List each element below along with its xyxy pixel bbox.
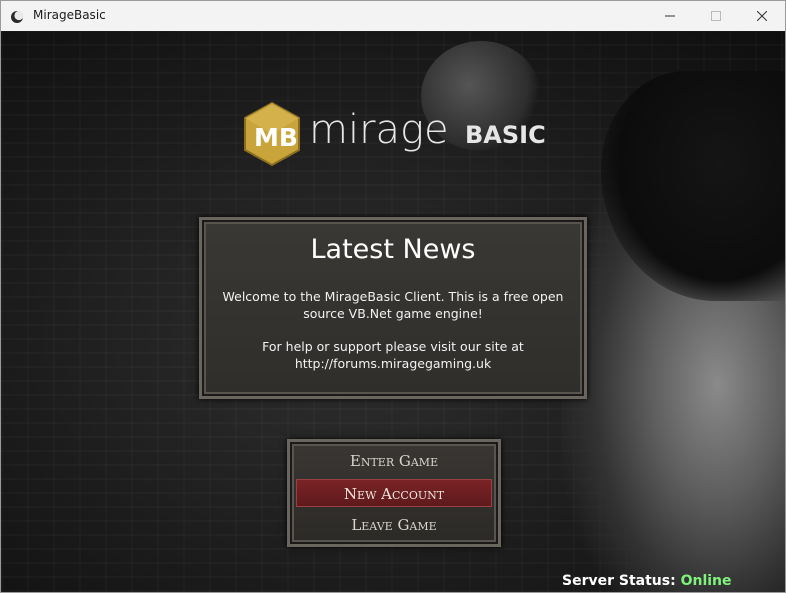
close-button[interactable] bbox=[739, 1, 785, 31]
logo-word: mirage bbox=[309, 107, 449, 153]
minimize-icon bbox=[665, 11, 675, 21]
game-background: MB mirage BASIC Latest News Welcome to t… bbox=[1, 31, 785, 592]
enter-game-button[interactable]: Enter Game bbox=[296, 447, 492, 475]
moon-icon bbox=[10, 9, 24, 23]
main-menu: Enter Game New Account Leave Game bbox=[287, 439, 501, 547]
server-status-label: Server Status: bbox=[562, 573, 676, 589]
news-title: Latest News bbox=[310, 234, 476, 265]
logo-hexagon-icon: MB bbox=[244, 101, 300, 167]
news-paragraph-welcome: Welcome to the MirageBasic Client. This … bbox=[222, 289, 564, 321]
news-panel: Latest News Welcome to the MirageBasic C… bbox=[199, 217, 587, 399]
logo-suffix: BASIC bbox=[465, 121, 546, 149]
title-bar[interactable]: MirageBasic bbox=[1, 1, 785, 31]
new-account-button[interactable]: New Account bbox=[296, 479, 492, 507]
server-status-value: Online bbox=[680, 573, 732, 589]
leave-game-button[interactable]: Leave Game bbox=[296, 511, 492, 539]
news-paragraph-support: For help or support please visit our sit… bbox=[262, 339, 524, 371]
window-title: MirageBasic bbox=[33, 8, 106, 22]
game-window: MirageBasic MB mirage BASIC Latest News … bbox=[0, 0, 786, 593]
game-logo: MB mirage BASIC bbox=[243, 101, 553, 173]
server-status: Server Status: Online bbox=[562, 573, 732, 589]
logo-monogram-m: MB bbox=[254, 123, 298, 152]
maximize-button[interactable] bbox=[693, 1, 739, 31]
close-icon bbox=[757, 11, 767, 21]
maximize-icon bbox=[711, 11, 721, 21]
minimize-button[interactable] bbox=[647, 1, 693, 31]
